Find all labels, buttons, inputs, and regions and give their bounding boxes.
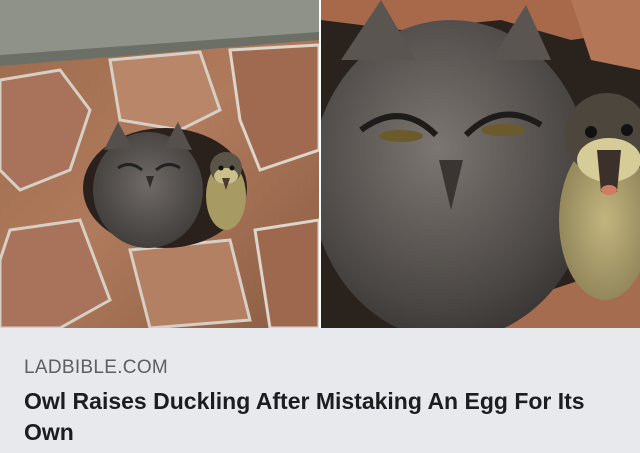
link-preview-card[interactable]: LADBIBLE.COM Owl Raises Duckling After M… [0, 328, 640, 453]
link-source-domain: LADBIBLE.COM [24, 357, 169, 378]
owl-duckling-photo-closeup[interactable] [321, 0, 640, 328]
image-preview[interactable] [0, 0, 640, 328]
link-headline[interactable]: Owl Raises Duckling After Mistaking An E… [24, 386, 616, 448]
owl-duckling-photo-wide[interactable] [0, 0, 319, 328]
owl-duckling-photo-closeup-graphic [321, 0, 640, 328]
owl-duckling-photo-wide-graphic [0, 0, 319, 328]
